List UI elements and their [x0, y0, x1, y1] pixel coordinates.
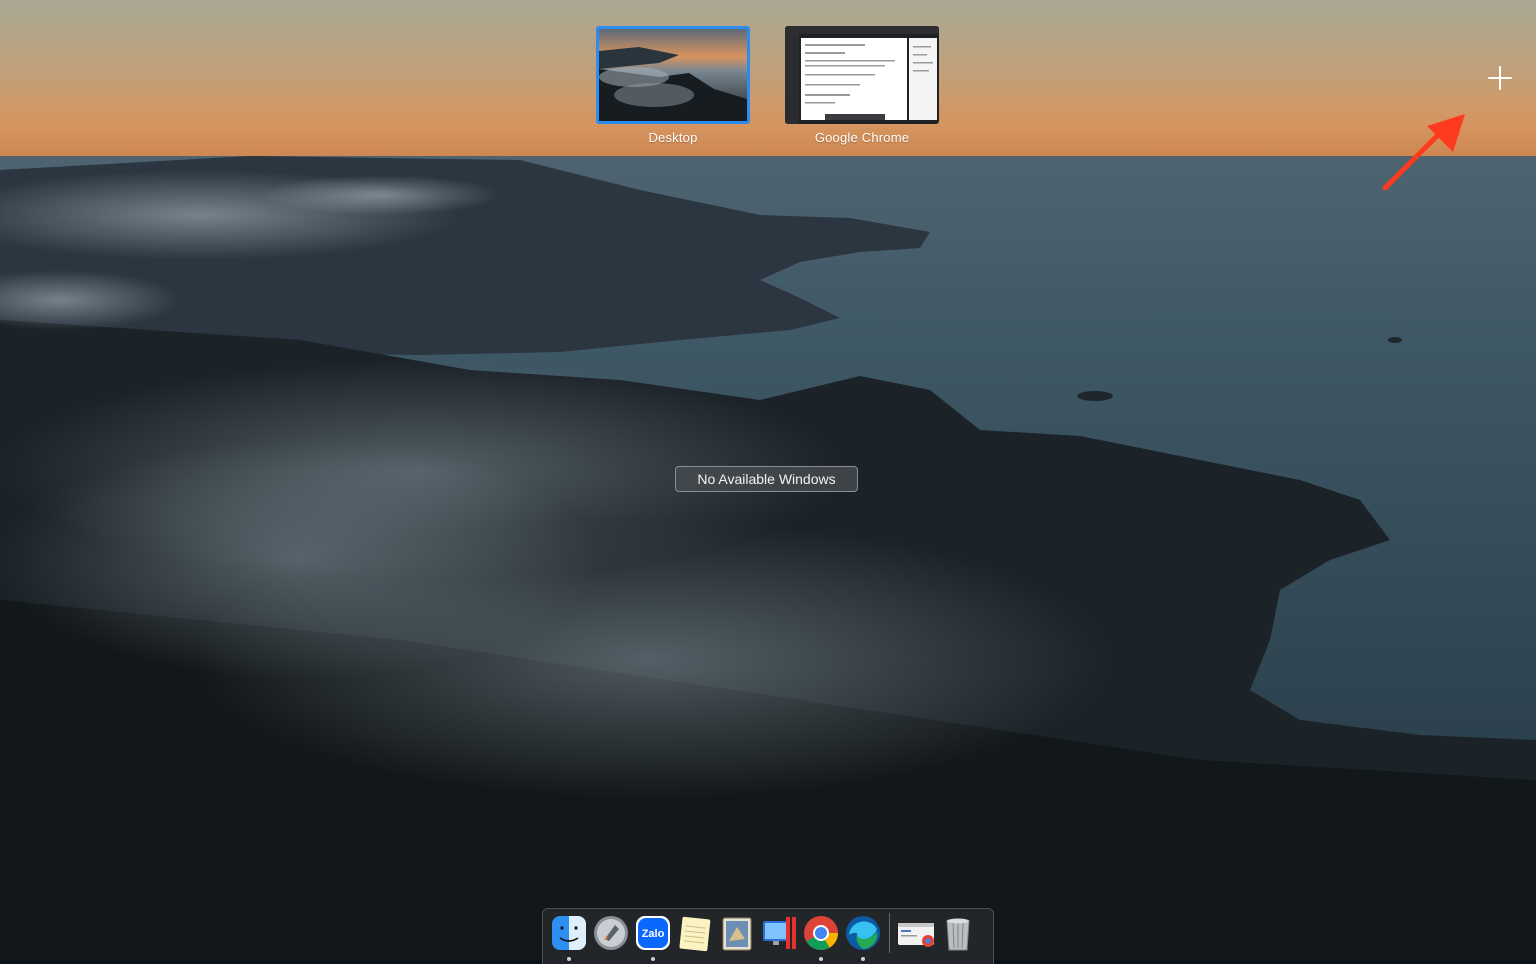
- dock-finder[interactable]: [549, 913, 589, 961]
- trash-icon: [946, 918, 970, 951]
- red-arrow-icon: [1382, 114, 1465, 191]
- running-indicator: [651, 957, 655, 961]
- dock-launchpad[interactable]: [591, 913, 631, 961]
- zalo-icon: Zalo: [636, 916, 670, 950]
- space-label-google-chrome: Google Chrome: [814, 130, 910, 145]
- add-desktop-button[interactable]: [1484, 62, 1516, 94]
- running-indicator: [567, 957, 571, 961]
- launchpad-icon: [594, 916, 628, 950]
- edge-icon: [846, 916, 880, 950]
- parallels-icon: [763, 917, 796, 949]
- chrome-icon: [804, 916, 838, 950]
- space-label-desktop: Desktop: [648, 130, 698, 145]
- plus-icon: [1488, 66, 1512, 90]
- spaces-bar: Desktop Google Chrome: [0, 0, 1536, 156]
- space-google-chrome[interactable]: Google Chrome: [782, 26, 942, 145]
- dock: Zalo: [542, 908, 994, 964]
- dock-parallels[interactable]: [759, 913, 799, 961]
- dock-trash[interactable]: [938, 913, 978, 961]
- no-available-windows-message: No Available Windows: [675, 466, 858, 492]
- dock-microsoft-edge[interactable]: [843, 913, 883, 961]
- dock-google-chrome[interactable]: [801, 913, 841, 961]
- finder-icon: [552, 916, 586, 950]
- chrome-thumbnail[interactable]: [785, 26, 939, 124]
- running-indicator: [861, 957, 865, 961]
- chrome-window-preview: [785, 26, 939, 124]
- dock-chrome-window[interactable]: [896, 913, 936, 961]
- desktop-preview-image: [599, 29, 747, 121]
- space-desktop[interactable]: Desktop: [593, 26, 753, 145]
- dock-mail[interactable]: [717, 913, 757, 961]
- zalo-icon-text: Zalo: [642, 928, 665, 940]
- desktop-thumbnail[interactable]: [596, 26, 750, 124]
- dock-notes[interactable]: [675, 913, 715, 961]
- running-indicator: [819, 957, 823, 961]
- chrome-window-icon: [898, 923, 934, 947]
- dock-zalo[interactable]: Zalo: [633, 913, 673, 961]
- mail-icon: [722, 917, 752, 951]
- notes-icon: [679, 916, 711, 952]
- dock-separator: [889, 913, 890, 953]
